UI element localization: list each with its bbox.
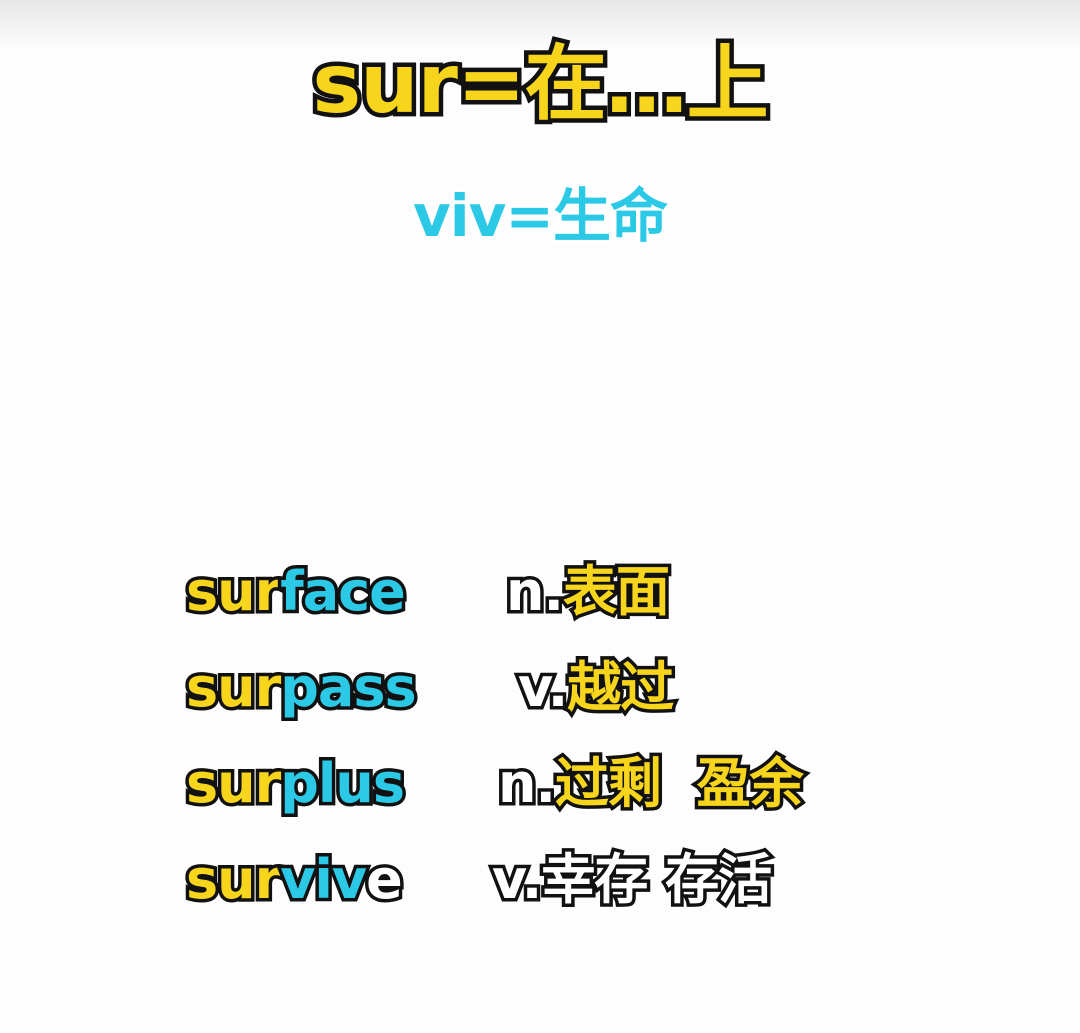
vocab-definition: n.表面 — [503, 552, 674, 632]
word-stem: plus — [277, 749, 409, 819]
word-prefix: sur — [182, 557, 284, 627]
part-of-speech: v. — [514, 653, 571, 723]
word-prefix: sur — [182, 653, 284, 723]
word-prefix: sur — [182, 749, 284, 819]
vocab-definition: n.过剩 盈余 — [495, 744, 808, 824]
word-suffix: e — [363, 845, 407, 915]
vocab-word: surpass — [182, 648, 420, 728]
meaning: 表面 — [559, 557, 673, 627]
word-stem: pass — [277, 653, 420, 723]
vocab-word: surface — [182, 552, 410, 632]
word-stem: face — [277, 557, 410, 627]
page-title: sur=在…上 — [0, 30, 1080, 140]
part-of-speech: n. — [495, 749, 560, 819]
title-rest: =在…上 — [452, 33, 773, 137]
part-of-speech: v. — [488, 845, 545, 915]
part-of-speech: n. — [503, 557, 568, 627]
page-subtitle: viv=生命 — [409, 179, 671, 254]
vocab-word: surplus — [182, 744, 409, 824]
vocab-definition: v.越过 — [514, 648, 678, 728]
word-stem: viv — [277, 845, 371, 915]
meaning: 越过 — [564, 653, 678, 723]
title-prefix: sur — [308, 33, 463, 137]
vocab-definition: v.幸存 存活 — [488, 840, 776, 920]
meaning: 幸存 存活 — [538, 845, 776, 915]
vocab-word: survive — [182, 840, 407, 920]
word-prefix: sur — [182, 845, 284, 915]
meaning: 过剩 盈余 — [551, 749, 807, 819]
